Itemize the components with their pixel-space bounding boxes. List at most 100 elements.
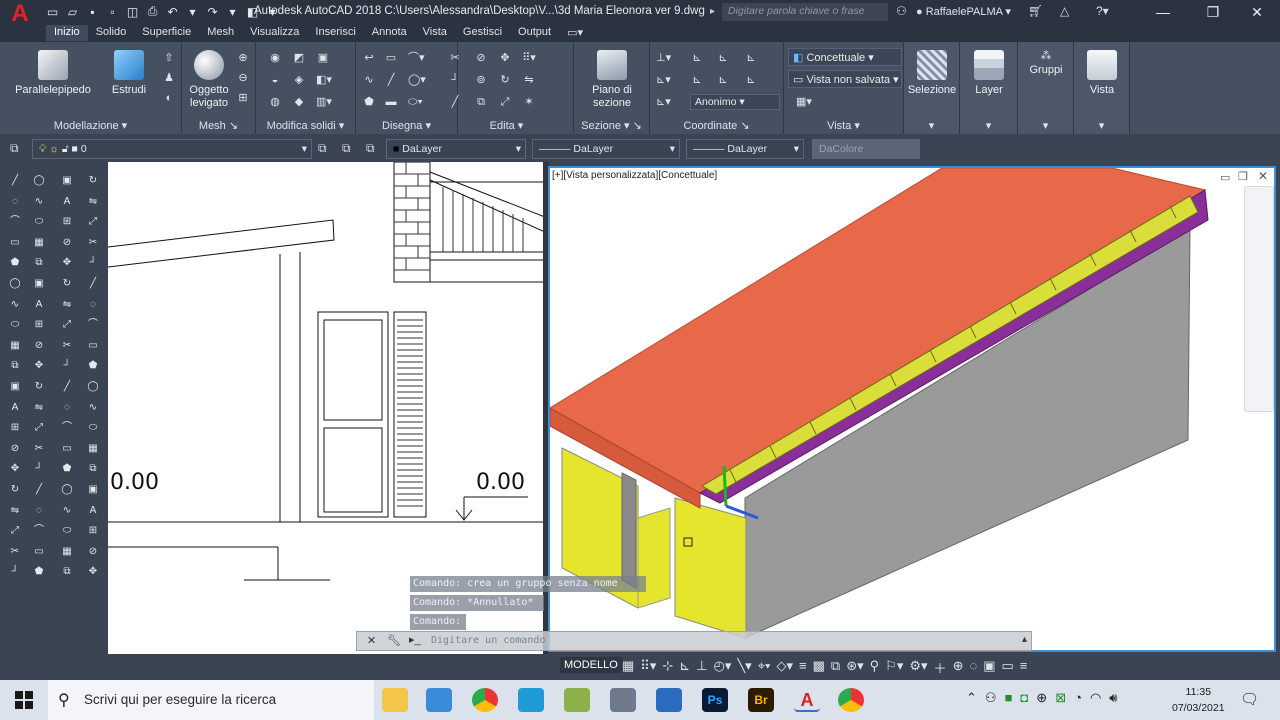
side-tool-icon[interactable]: ⇋ — [86, 195, 100, 209]
refine-mesh-icon[interactable]: ⊞ — [236, 92, 250, 104]
rotate-icon[interactable]: ↻ — [498, 74, 512, 86]
side-tool-icon[interactable]: ▣ — [32, 277, 46, 291]
binoculars-icon[interactable]: ⚇ — [896, 4, 907, 18]
viewport-config-icon[interactable]: ▦▾ — [792, 96, 816, 108]
arc-icon[interactable]: ⌒▾ — [408, 52, 425, 64]
erase-icon[interactable]: ⊘ — [474, 52, 488, 64]
polyline-icon[interactable]: ▭ — [384, 52, 398, 64]
side-tool-icon[interactable]: ⊘ — [32, 339, 46, 353]
side-tool-icon[interactable]: ↻ — [86, 174, 100, 188]
lineweight-icon[interactable]: ≡ — [799, 658, 807, 677]
groups-dropdown-icon[interactable]: ▾ — [1018, 119, 1073, 132]
ucs-view-icon[interactable]: ⊾ — [744, 52, 758, 64]
lineweight-dropdown[interactable]: ——— DaLayer ▾ — [686, 139, 804, 159]
side-tool-icon[interactable]: ✂ — [32, 442, 46, 456]
side-tool-icon[interactable]: ◯ — [60, 483, 74, 497]
command-customize-icon[interactable]: 🔧︎ — [387, 634, 401, 647]
panel-modifica-solidi-label[interactable]: Modifica solidi ▾ — [256, 119, 355, 132]
side-tool-icon[interactable]: ▦ — [8, 339, 22, 353]
undo-dropdown-icon[interactable]: ▾ — [184, 3, 201, 20]
side-tool-icon[interactable]: ◌ — [60, 401, 74, 415]
view-dropdown-icon[interactable]: ▾ — [1074, 119, 1129, 132]
side-tool-icon[interactable]: ∿ — [32, 195, 46, 209]
add-icon[interactable]: ＋ — [934, 658, 947, 677]
autoscale-icon[interactable]: ⚐▾ — [885, 658, 903, 677]
ucs-z-icon[interactable]: ⊾ — [744, 74, 758, 86]
taskbar-clock[interactable]: 11:35 07/03/2021 — [1172, 684, 1225, 716]
visual-style-dropdown[interactable]: ◧ Concettuale ▾ — [788, 48, 902, 66]
side-tool-icon[interactable]: ┘ — [86, 256, 100, 270]
viewport-restore-icon[interactable]: ❐ — [1238, 170, 1248, 183]
side-tool-icon[interactable]: ⬟ — [60, 462, 74, 476]
help-icon[interactable]: ?▾ — [1096, 4, 1109, 18]
side-tool-icon[interactable]: ⬭ — [32, 215, 46, 229]
side-tool-icon[interactable]: ▣ — [60, 174, 74, 188]
make-current-layer-icon[interactable]: ⧉ — [318, 141, 327, 156]
side-tool-icon[interactable]: ▣ — [8, 380, 22, 394]
dynamic-ucs-icon[interactable]: ⊾ — [679, 658, 690, 677]
side-tool-icon[interactable]: ✥ — [86, 565, 100, 579]
viewport-minimize-icon[interactable]: ▭ — [1220, 171, 1230, 184]
fillet-icon[interactable]: ┘ — [448, 74, 462, 86]
command-close-icon[interactable]: ✕ — [367, 634, 376, 647]
subtract-icon[interactable]: ◒ — [268, 74, 282, 86]
side-tool-icon[interactable]: ⇋ — [60, 298, 74, 312]
side-tool-icon[interactable]: ⧉ — [32, 256, 46, 270]
side-tool-icon[interactable]: ┘ — [60, 359, 74, 373]
side-tool-icon[interactable]: ⬟ — [8, 256, 22, 270]
side-tool-icon[interactable]: ▦ — [86, 442, 100, 456]
side-tool-icon[interactable]: ↻ — [32, 380, 46, 394]
tab-annota[interactable]: Annota — [364, 25, 415, 41]
side-tool-icon[interactable]: ╱ — [32, 483, 46, 497]
tray-app-icon-1[interactable]: ⚇ — [985, 690, 997, 706]
line-icon[interactable]: ↩ — [362, 52, 376, 64]
calculator-icon[interactable] — [610, 688, 636, 712]
tab-superficie[interactable]: Superficie — [134, 25, 199, 41]
viewport-close-icon[interactable]: ✕ — [1258, 169, 1268, 183]
ribbon-toggle-icon[interactable]: ▭▾ — [559, 25, 591, 41]
mail-icon[interactable] — [426, 688, 452, 712]
snap-icon[interactable]: ⠿▾ — [640, 658, 656, 677]
groups-button[interactable]: ⁂ Gruppi — [1018, 50, 1074, 77]
ortho-icon[interactable]: ⊥ — [696, 658, 707, 677]
side-tool-icon[interactable]: ✥ — [8, 462, 22, 476]
tab-solido[interactable]: Solido — [88, 25, 135, 41]
side-tool-icon[interactable]: ▭ — [60, 442, 74, 456]
thicken-icon[interactable]: ◆ — [292, 96, 306, 108]
ucs-world-icon[interactable]: ⊾ — [690, 52, 704, 64]
command-history-toggle-icon[interactable]: ▴ — [1022, 634, 1027, 645]
tab-visualizza[interactable]: Visualizza — [242, 25, 307, 41]
redo-dropdown-icon[interactable]: ▾ — [224, 3, 241, 20]
chrome-icon-2[interactable] — [838, 688, 864, 712]
tab-output[interactable]: Output — [510, 25, 559, 41]
side-tool-icon[interactable]: ⇋ — [32, 401, 46, 415]
annotation-visibility-icon[interactable]: ⚲ — [870, 658, 880, 677]
side-tool-icon[interactable]: A — [60, 195, 74, 209]
tab-inizio[interactable]: Inizio — [46, 25, 88, 41]
photoshop-icon[interactable]: Ps — [702, 688, 728, 712]
tray-app-icon-5[interactable]: ⊠ — [1055, 690, 1066, 706]
explode-icon[interactable]: ✶ — [522, 96, 536, 108]
print-icon[interactable]: ⎙ — [144, 3, 161, 20]
tab-vista[interactable]: Vista — [415, 25, 455, 41]
chrome-icon[interactable] — [472, 688, 498, 712]
named-view-dropdown[interactable]: ▭ Vista non salvata ▾ — [788, 70, 902, 88]
side-tool-icon[interactable]: ⇋ — [8, 504, 22, 518]
user-sign-in[interactable]: ● RaffaelePALMA ▾ — [916, 5, 1011, 18]
side-tool-icon[interactable]: ⬟ — [32, 565, 46, 579]
isodraft-icon[interactable]: ╲▾ — [737, 658, 751, 677]
stretch-icon[interactable]: ╱ — [448, 96, 462, 108]
navigation-bar[interactable] — [1244, 186, 1274, 412]
linetype-dropdown[interactable]: ——— DaLayer ▾ — [532, 139, 680, 159]
section-plane-button[interactable]: Piano di sezione — [580, 50, 644, 110]
viewport-3d-conceptual[interactable] — [548, 166, 1276, 652]
polysolid-icon[interactable]: ♟ — [162, 72, 176, 84]
side-tool-icon[interactable]: ∿ — [86, 401, 100, 415]
minimize-button[interactable]: — — [1140, 0, 1186, 24]
volume-icon[interactable]: 🔊︎ — [1109, 690, 1117, 706]
units-icon[interactable]: ⊕ — [953, 658, 964, 677]
match-layer-icon[interactable]: ⧉ — [342, 141, 351, 156]
side-tool-icon[interactable]: ◌ — [8, 195, 22, 209]
side-tool-icon[interactable]: ┘ — [8, 565, 22, 579]
tab-mesh[interactable]: Mesh — [199, 25, 242, 41]
